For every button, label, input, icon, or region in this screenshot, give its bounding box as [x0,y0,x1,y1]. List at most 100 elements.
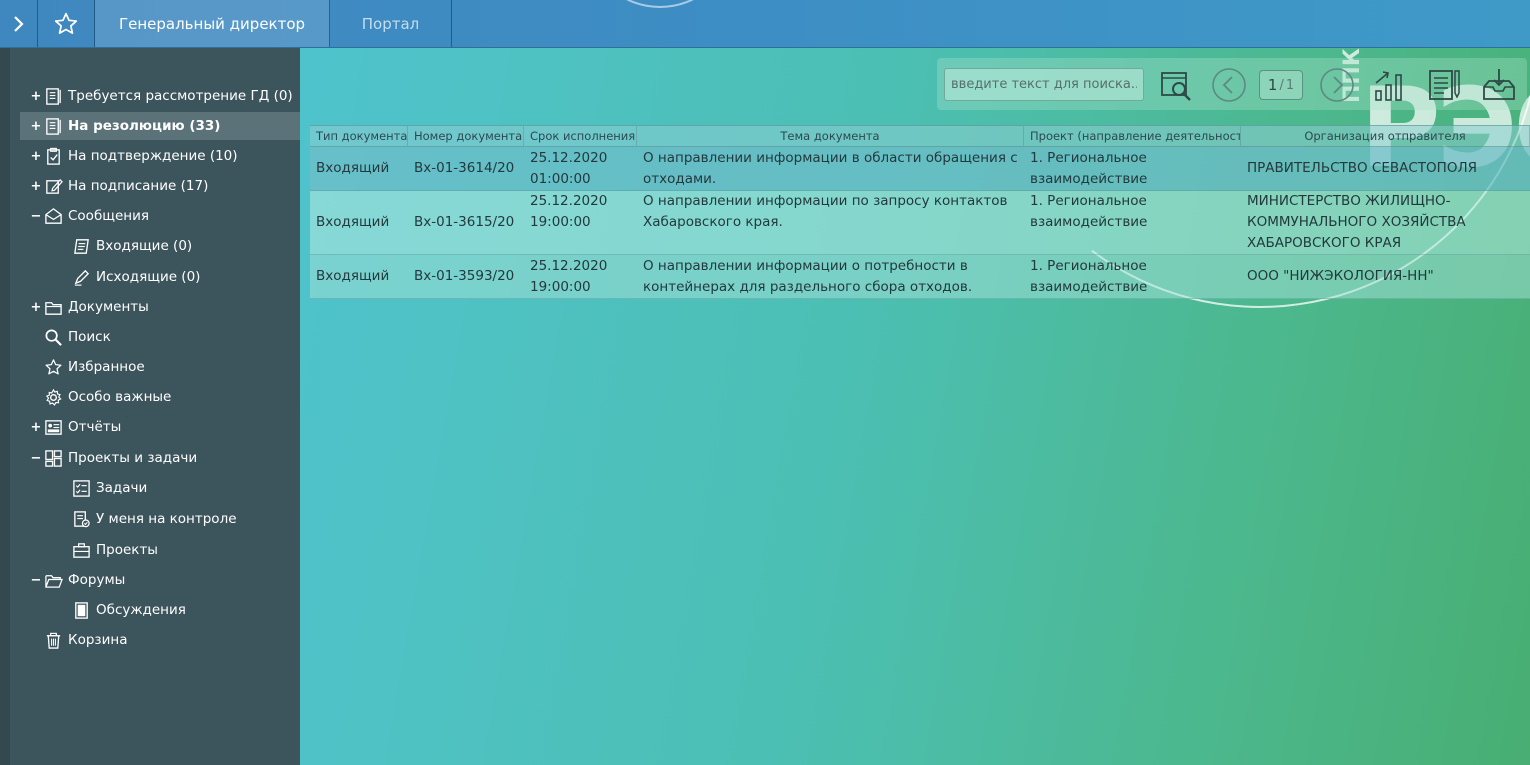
search-document-icon [1161,72,1191,101]
sidebar-item[interactable]: Поиск [20,323,111,351]
sidebar-item[interactable]: + Отчёты [20,413,122,441]
sidebar-item[interactable]: Особо важные [20,383,171,411]
sidebar-item-label: Отчёты [68,419,122,435]
star-icon [42,357,64,377]
column-header-project[interactable]: Проект (направление деятельности) [1024,126,1241,146]
sidebar-item[interactable]: Корзина [20,626,127,654]
discussion-icon [70,600,92,620]
cell-subject: О направлении информации по запросу конт… [643,193,1008,230]
sidebar-item-label: На подтверждение (10) [68,148,238,164]
next-page-button[interactable] [1317,65,1357,105]
search-icon [42,327,64,347]
collapse-toggle[interactable]: − [30,451,42,466]
cell-sender: ООО "НИЖЭКОЛОГИЯ-НН" [1247,268,1434,284]
collapse-toggle[interactable]: − [30,573,42,588]
star-icon [54,12,78,34]
sidebar-item-label: Задачи [96,480,148,496]
sidebar-item-label: У меня на контроле [96,511,237,527]
column-header-subject[interactable]: Тема документа [637,126,1024,146]
sidebar-item[interactable]: + На подтверждение (10) [20,142,238,170]
cell-type: Входящий [316,268,390,284]
tab-general-director[interactable]: Генеральный директор [95,0,330,47]
sidebar-item[interactable]: + Документы [20,293,149,321]
sidebar-item[interactable]: Входящие (0) [20,232,192,260]
search-input[interactable] [944,68,1144,101]
sidebar-item[interactable]: Задачи [20,474,147,502]
sidebar-item[interactable]: Избранное [20,353,145,381]
edit-document-button[interactable] [1424,65,1464,105]
sidebar-item[interactable]: − Проекты и задачи [20,444,197,472]
favorites-button[interactable] [38,0,95,47]
sidebar-item-label: Исходящие (0) [96,269,201,285]
chart-button[interactable] [1370,65,1410,105]
sidebar-item-label: Требуется рассмотрение ГД (0) [68,88,293,104]
deadline-date: 25.12.2020 [530,149,608,166]
table-row[interactable]: Входящий Вх-01-3593/20 25.12.2020 19:00:… [310,255,1530,299]
documents-table: Тип документа Номер документа Срок испол… [310,125,1530,299]
expand-toggle[interactable]: + [30,179,42,194]
collapse-toggle[interactable]: − [30,209,42,224]
deadline-time: 01:00:00 [530,170,591,187]
clipboard-check-icon [42,146,64,166]
cell-project: 1. Региональное взаимодействие [1030,193,1148,230]
sidebar-item[interactable]: − Сообщения [20,202,149,230]
expand-toggle[interactable]: + [30,149,42,164]
cell-sender: МИНИСТЕРСТВО ЖИЛИЩНО-КОММУНАЛЬНОГО ХОЗЯЙ… [1247,193,1466,251]
search-document-button[interactable] [1157,65,1197,105]
expand-toggle[interactable]: + [30,300,42,315]
sidebar-item[interactable]: + Требуется рассмотрение ГД (0) [20,82,293,110]
tab-portal[interactable]: Портал [330,0,452,47]
table-header: Тип документа Номер документа Срок испол… [310,125,1530,147]
expand-toggle[interactable]: + [30,420,42,435]
sidebar-item[interactable]: Исходящие (0) [20,263,200,291]
expand-sidebar-button[interactable] [0,0,38,47]
table-row[interactable]: Входящий Вх-01-3614/20 25.12.2020 01:00:… [310,147,1530,191]
cell-number: Вх-01-3615/20 [414,214,515,230]
sidebar-item-label: На подписание (17) [68,178,209,194]
dashboard-icon [42,448,64,468]
sidebar-item[interactable]: + На резолюцию (33) [20,112,310,140]
cell-subject: О направлении информации в области обращ… [643,149,1018,187]
sidebar-item[interactable]: У меня на контроле [20,505,237,533]
document-list-icon [42,86,64,106]
control-icon [70,509,92,529]
sidebar-item-label: Проекты [96,542,158,558]
export-icon [1483,69,1515,100]
cell-sender: ПРАВИТЕЛЬСТВО СЕВАСТОПОЛЯ [1247,160,1477,176]
cell-project: 1. Региональное взаимодействие [1030,257,1148,295]
main-content: РЭО ППК 1 / 1 Тип документа Номер д [300,48,1530,765]
deadline-date: 25.12.2020 [530,193,608,209]
sidebar: + Требуется рассмотрение ГД (0) + На резолю… [0,48,310,765]
expand-toggle[interactable]: + [30,89,42,104]
pen-icon [70,267,92,287]
chart-icon [1375,71,1402,101]
cell-project: 1. Региональное взаимодействие [1030,149,1148,187]
deadline-time: 19:00:00 [530,214,591,230]
report-icon [42,417,64,437]
cell-type: Входящий [316,214,390,230]
toolbar: 1 / 1 [937,58,1527,110]
sidebar-item-label: Обсуждения [96,602,186,618]
cell-deadline: 25.12.2020 19:00:00 [524,191,637,254]
sidebar-item-label: Избранное [68,359,145,375]
page-total: 1 [1285,77,1295,93]
column-header-sender[interactable]: Организация отправителя [1241,126,1530,146]
sidebar-item[interactable]: Проекты [20,536,158,564]
column-header-number[interactable]: Номер документа [408,126,524,146]
sidebar-item-label: Поиск [68,329,111,345]
top-bar: Генеральный директор Портал [0,0,1530,48]
expand-toggle[interactable]: + [30,119,42,134]
previous-page-button[interactable] [1209,65,1249,105]
sidebar-item[interactable]: − Форумы [20,566,126,594]
sidebar-item[interactable]: Обсуждения [20,596,186,624]
page-indicator[interactable]: 1 / 1 [1259,70,1303,100]
column-header-deadline[interactable]: Срок исполнения [524,126,637,146]
column-header-type[interactable]: Тип документа [310,126,408,146]
deadline-date: 25.12.2020 [530,257,608,274]
sidebar-item[interactable]: + На подписание (17) [20,172,209,200]
sidebar-item-label: На резолюцию (33) [68,118,221,134]
sidebar-item-label: Корзина [68,632,128,648]
edit-icon [42,176,64,196]
table-row[interactable]: Входящий Вх-01-3615/20 25.12.2020 19:00:… [310,191,1530,255]
export-button[interactable] [1479,65,1519,105]
